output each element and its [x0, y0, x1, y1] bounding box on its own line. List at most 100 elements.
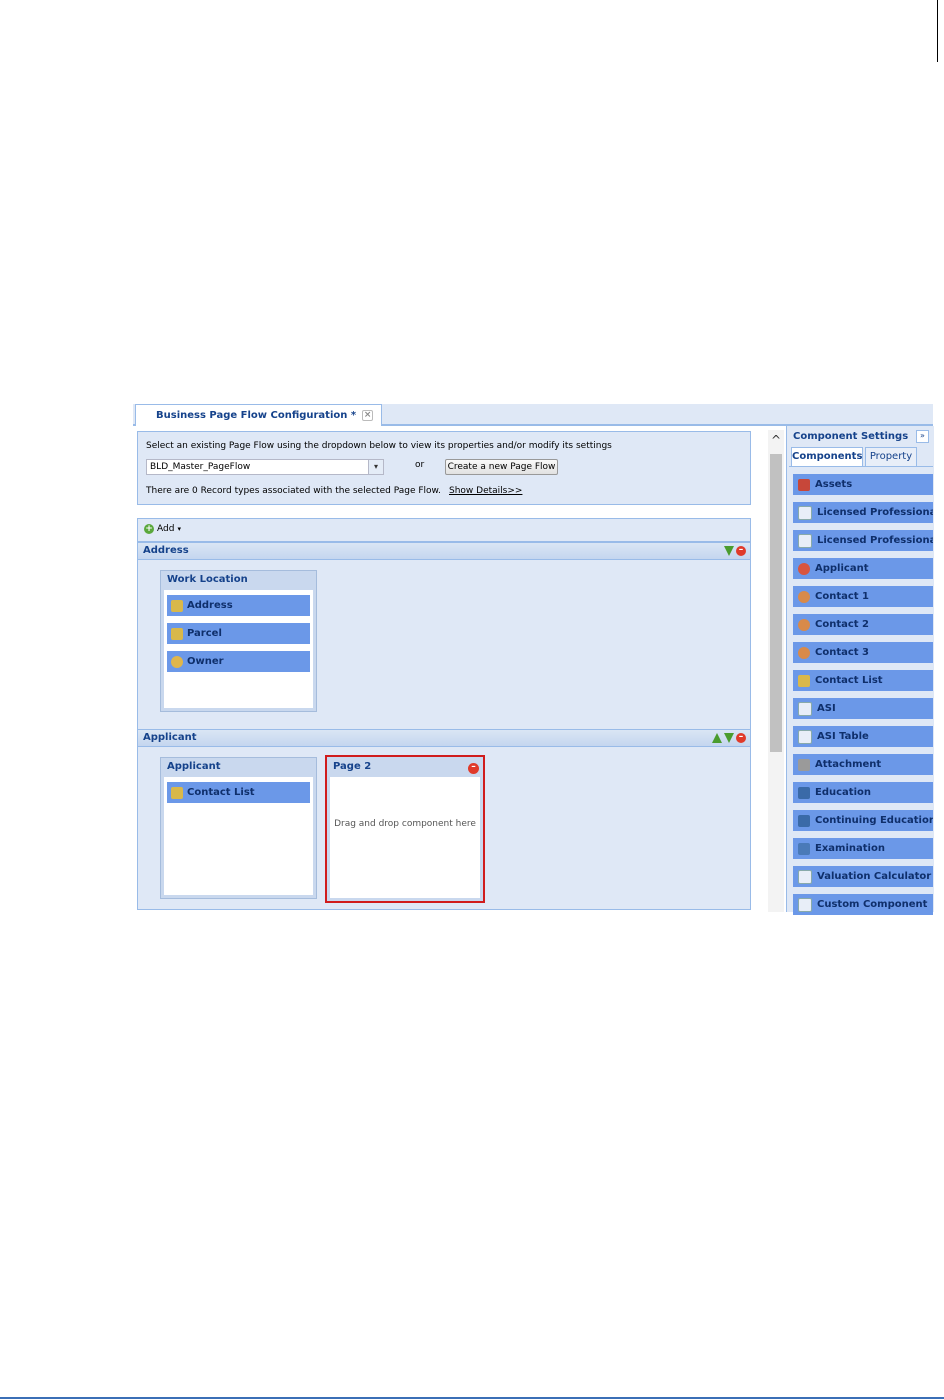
- component-label: Owner: [187, 656, 224, 667]
- page-body: Contact List: [164, 777, 313, 895]
- component-item-asi-table[interactable]: ASI Table: [793, 726, 933, 747]
- chevron-down-icon[interactable]: ▾: [368, 460, 383, 474]
- step-title: Address: [143, 545, 189, 556]
- item-label: Continuing Education: [815, 815, 933, 826]
- item-label: Contact 3: [815, 647, 870, 658]
- item-label: Examination: [815, 843, 885, 854]
- item-label: Assets: [815, 479, 853, 490]
- component-item-examination[interactable]: Examination: [793, 838, 933, 859]
- component-parcel[interactable]: Parcel: [167, 623, 310, 644]
- owner-icon: [171, 655, 183, 668]
- page-title: Page 2: [333, 761, 372, 772]
- tab-components[interactable]: Components: [791, 447, 863, 466]
- page-2[interactable]: Page 2 – Drag and drop component here: [325, 755, 485, 903]
- item-label: ASI Table: [817, 731, 869, 742]
- page-flow-dropdown[interactable]: BLD_Master_PageFlow ▾: [146, 459, 384, 475]
- panel-title: Component Settings: [793, 431, 909, 442]
- tab-strip: Business Page Flow Configuration * ×: [133, 404, 933, 426]
- step-header-applicant[interactable]: Applicant –: [138, 729, 750, 747]
- component-item-contact-2[interactable]: Contact 2: [793, 614, 933, 635]
- person-icon: [798, 590, 810, 603]
- add-icon: +: [144, 524, 154, 534]
- remove-icon[interactable]: –: [468, 763, 479, 774]
- page-applicant[interactable]: Applicant Contact List: [160, 757, 317, 899]
- component-contact-list[interactable]: Contact List: [167, 782, 310, 803]
- footer-rule: [0, 1397, 944, 1399]
- component-list: Assets Licensed Professional Licensed Pr…: [793, 474, 933, 922]
- page-work-location[interactable]: Work Location Address Parcel Owner: [160, 570, 317, 712]
- component-item-contact-list[interactable]: Contact List: [793, 670, 933, 691]
- exam-icon: [798, 842, 810, 855]
- person-icon: [798, 562, 810, 575]
- or-label: or: [415, 460, 425, 470]
- item-label: Education: [815, 787, 871, 798]
- address-icon: [171, 599, 183, 612]
- book-icon: [798, 814, 810, 827]
- item-label: Contact List: [815, 675, 883, 686]
- step-title: Applicant: [143, 732, 197, 743]
- component-settings-panel: Component Settings » Components Property…: [786, 426, 934, 915]
- component-item-continuing-education[interactable]: Continuing Education: [793, 810, 933, 831]
- component-item-contact-1[interactable]: Contact 1: [793, 586, 933, 607]
- page-flow-selector-panel: Select an existing Page Flow using the d…: [137, 431, 751, 505]
- component-item-licensed-professional[interactable]: Licensed Professional: [793, 502, 933, 523]
- page-body: Drag and drop component here: [330, 777, 480, 898]
- tab-business-page-flow[interactable]: Business Page Flow Configuration * ×: [135, 404, 383, 426]
- item-label: ASI: [817, 703, 836, 714]
- add-button[interactable]: + Add ▾: [144, 524, 181, 534]
- scrollbar-thumb[interactable]: [770, 454, 782, 752]
- component-item-asi[interactable]: ASI: [793, 698, 933, 719]
- page-flow-panel: + Add ▾ Address – Work Location Address …: [137, 518, 751, 910]
- component-item-licensed-professional-list[interactable]: Licensed Professional List: [793, 530, 933, 551]
- component-item-applicant[interactable]: Applicant: [793, 558, 933, 579]
- assets-icon: [798, 478, 810, 491]
- create-page-flow-button[interactable]: Create a new Page Flow: [445, 459, 558, 475]
- person-icon: [798, 646, 810, 659]
- component-item-custom-component[interactable]: Custom Component: [793, 894, 933, 915]
- move-down-icon[interactable]: [724, 546, 734, 556]
- page-title: Work Location: [167, 574, 248, 585]
- component-label: Contact List: [187, 787, 255, 798]
- move-down-icon[interactable]: [724, 733, 734, 743]
- remove-icon[interactable]: –: [736, 733, 746, 743]
- item-label: Contact 1: [815, 591, 870, 602]
- drop-placeholder: Drag and drop component here: [334, 819, 476, 829]
- component-owner[interactable]: Owner: [167, 651, 310, 672]
- component-item-assets[interactable]: Assets: [793, 474, 933, 495]
- page-body: Address Parcel Owner: [164, 590, 313, 708]
- parcel-icon: [171, 627, 183, 640]
- remove-icon[interactable]: –: [736, 546, 746, 556]
- chevron-up-icon[interactable]: ^: [771, 434, 781, 446]
- close-icon[interactable]: ×: [362, 410, 374, 421]
- people-icon: [798, 674, 810, 687]
- calculator-icon: [798, 869, 812, 884]
- panel-tabs: Components Property: [789, 447, 933, 467]
- component-item-attachment[interactable]: Attachment: [793, 754, 933, 775]
- document-icon: [798, 897, 812, 912]
- chevron-down-icon: ▾: [177, 525, 181, 533]
- component-item-valuation-calculator[interactable]: Valuation Calculator: [793, 866, 933, 887]
- id-card-icon: [798, 533, 812, 548]
- item-label: Contact 2: [815, 619, 870, 630]
- add-label: Add: [157, 524, 175, 534]
- component-item-contact-3[interactable]: Contact 3: [793, 642, 933, 663]
- id-card-icon: [798, 505, 812, 520]
- form-icon: [798, 701, 812, 716]
- component-address[interactable]: Address: [167, 595, 310, 616]
- item-label: Attachment: [815, 759, 882, 770]
- item-label: Licensed Professional List: [817, 535, 933, 546]
- move-up-icon[interactable]: [712, 733, 722, 743]
- contact-list-icon: [171, 786, 183, 799]
- paperclip-icon: [798, 758, 810, 771]
- dropdown-value: BLD_Master_PageFlow: [150, 462, 251, 472]
- step-header-address[interactable]: Address –: [138, 542, 750, 560]
- tab-title: Business Page Flow Configuration *: [156, 410, 357, 421]
- component-label: Address: [187, 600, 233, 611]
- collapse-icon[interactable]: »: [916, 430, 929, 443]
- book-icon: [798, 786, 810, 799]
- component-item-education[interactable]: Education: [793, 782, 933, 803]
- main-scrollbar[interactable]: ^: [768, 430, 784, 912]
- show-details-link[interactable]: Show Details>>: [449, 486, 522, 496]
- tab-property[interactable]: Property: [865, 447, 917, 466]
- item-label: Valuation Calculator: [817, 871, 932, 882]
